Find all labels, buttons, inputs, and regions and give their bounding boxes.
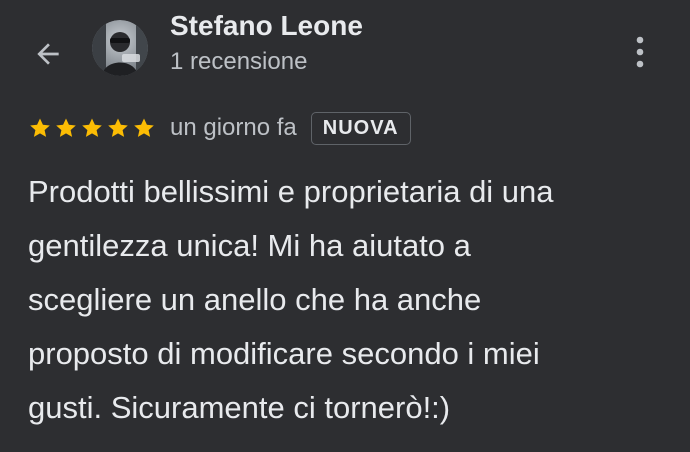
star-icon <box>30 118 50 137</box>
more-vert-icon <box>636 36 644 68</box>
star-icon <box>134 118 154 137</box>
review-screen: Stefano Leone 1 recensione un giorno fa … <box>0 0 690 452</box>
new-badge: NUOVA <box>310 111 411 145</box>
more-options-button[interactable] <box>620 28 660 76</box>
review-count: 1 recensione <box>170 48 308 75</box>
star-icon <box>56 118 76 137</box>
avatar[interactable] <box>92 20 148 76</box>
star-rating <box>28 116 156 140</box>
review-text: Prodotti bellissimi e proprietaria di un… <box>28 165 668 435</box>
review-text-line: gusti. Sicuramente ci tornerò!:) <box>28 390 451 425</box>
reviewer-name[interactable]: Stefano Leone <box>170 10 363 42</box>
back-button[interactable] <box>24 30 72 78</box>
review-date: un giorno fa <box>170 114 297 141</box>
star-icon <box>82 118 102 137</box>
review-text-line: proposto di modificare secondo i miei <box>28 336 540 371</box>
rating-row: un giorno fa NUOVA <box>28 108 411 148</box>
arrow-back-icon <box>37 43 59 65</box>
review-text-line: scegliere un anello che ha anche <box>28 282 482 317</box>
review-text-line: Prodotti bellissimi e proprietaria di un… <box>28 174 554 209</box>
review-text-line: gentilezza unica! Mi ha aiutato a <box>28 228 471 263</box>
star-icon <box>108 118 128 137</box>
avatar-photo <box>92 20 148 76</box>
